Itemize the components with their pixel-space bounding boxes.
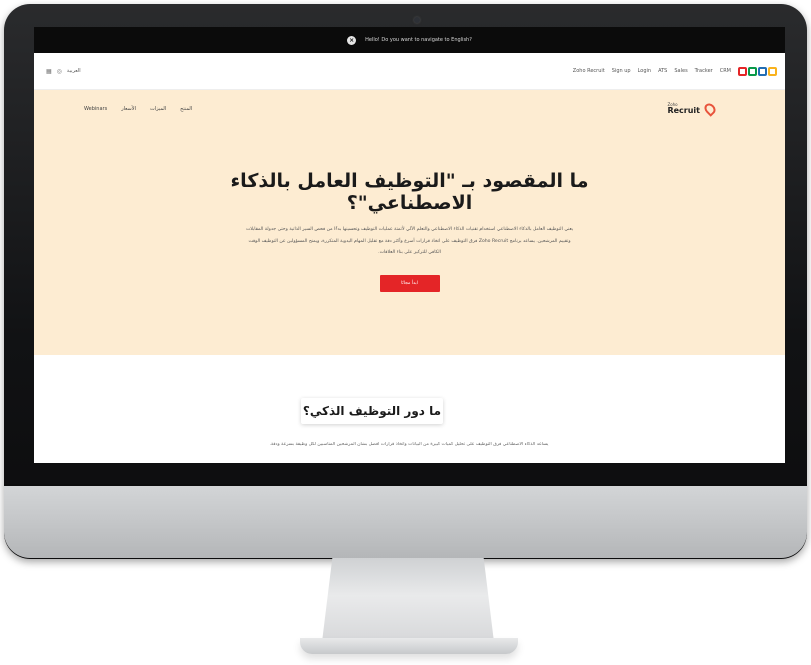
- topnav-link[interactable]: Sign up: [612, 68, 631, 74]
- subnav-link[interactable]: المنتج: [180, 106, 192, 112]
- logo-square-green: [748, 66, 757, 76]
- topnav-link[interactable]: Sales: [674, 68, 687, 74]
- close-icon[interactable]: ×: [347, 35, 357, 45]
- location-pin-icon: [702, 101, 718, 117]
- section-title: ما دور التوظيف الذكي؟: [301, 398, 443, 424]
- zoho-recruit-brand[interactable]: Zoho Recruit: [667, 101, 718, 117]
- smart-recruiting-section: ما دور التوظيف الذكي؟ يساعد الذكاء الاصط…: [34, 355, 785, 463]
- topnav-link[interactable]: Zoho Recruit: [573, 68, 605, 74]
- hero-title: ما المقصود بـ "التوظيف العامل بالذكاء ال…: [230, 170, 589, 214]
- camera-dot: [414, 17, 420, 23]
- subnav-link[interactable]: الميزات: [150, 106, 166, 112]
- brand-name: Recruit: [667, 106, 700, 115]
- grid-icon[interactable]: ▦: [46, 68, 52, 75]
- header-utilities: ▦ ◎ العربية: [46, 68, 81, 75]
- topnav-link[interactable]: Tracker: [695, 68, 713, 74]
- language-notice-bar: × Hello! Do you want to navigate to Engl…: [34, 27, 785, 53]
- subnav-links: Webinars الأسعار الميزات المنتج: [84, 106, 192, 112]
- top-header: ▦ ◎ العربية Zoho Recruit Sign up Login A…: [34, 53, 785, 90]
- browser-screen: × Hello! Do you want to navigate to Engl…: [34, 27, 785, 463]
- topnav-link[interactable]: Login: [638, 68, 652, 74]
- language-label[interactable]: العربية: [67, 68, 81, 74]
- topnav-link[interactable]: CRM: [720, 68, 731, 74]
- get-started-button[interactable]: ابدأ مجانًا: [379, 274, 440, 292]
- topnav-link[interactable]: ATS: [658, 68, 667, 74]
- header-nav: Zoho Recruit Sign up Login ATS Sales Tra…: [573, 66, 777, 76]
- globe-icon[interactable]: ◎: [57, 68, 62, 75]
- logo-square-yellow: [768, 66, 777, 76]
- monitor-chin: [4, 486, 807, 558]
- section-paragraph: يساعد الذكاء الاصطناعي فرق التوظيف على ت…: [269, 442, 549, 447]
- logo-square-blue: [758, 66, 767, 76]
- logo-square-red: [738, 66, 747, 76]
- monitor-base: [300, 638, 518, 654]
- monitor-stand: [322, 558, 494, 642]
- subnav-link[interactable]: Webinars: [84, 106, 107, 112]
- zoho-logo[interactable]: [738, 66, 777, 76]
- hero-paragraph: يعني التوظيف العامل بالذكاء الاصطناعي اس…: [245, 227, 574, 255]
- brand-text: Zoho Recruit: [667, 103, 700, 115]
- subnav-link[interactable]: الأسعار: [121, 106, 136, 112]
- language-notice-text[interactable]: Hello! Do you want to navigate to Englis…: [365, 37, 472, 43]
- product-subnav: Webinars الأسعار الميزات المنتج Zoho Rec…: [34, 90, 785, 128]
- hero-section: Webinars الأسعار الميزات المنتج Zoho Rec…: [34, 90, 785, 355]
